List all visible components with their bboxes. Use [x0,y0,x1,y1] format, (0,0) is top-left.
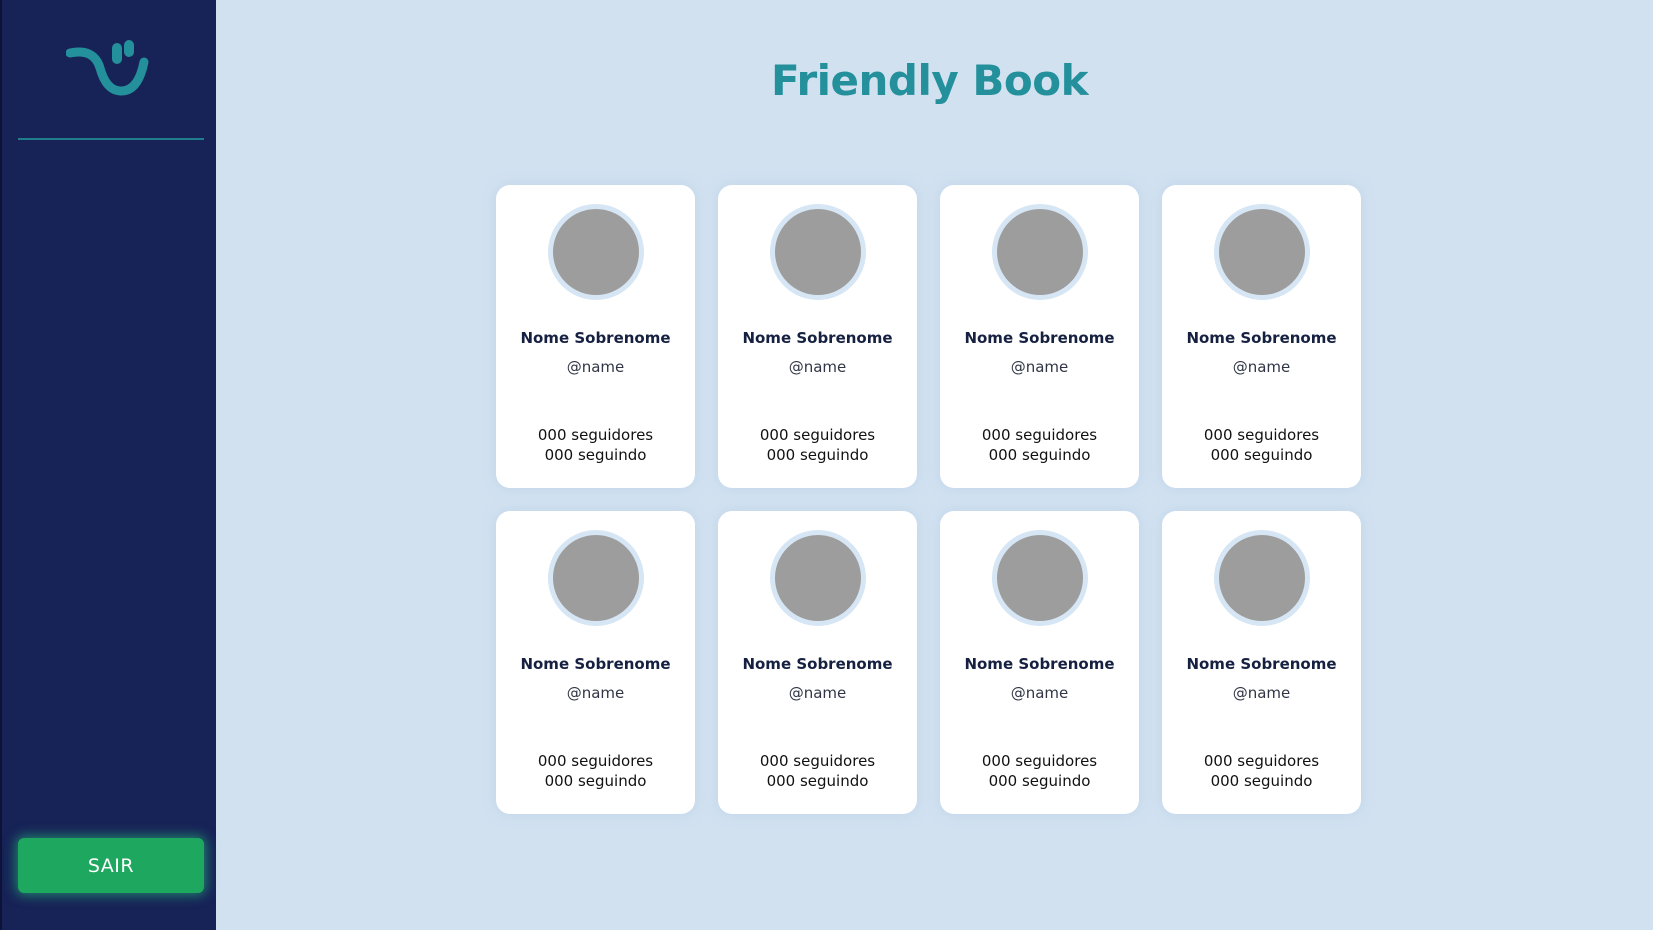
followers-count: 000 seguidores [1203,752,1320,770]
user-card[interactable]: Nome Sobrenome @name 000 seguidores 000 … [940,511,1139,814]
sidebar: SAIR [0,0,216,930]
followers-count: 000 seguidores [981,752,1098,770]
avatar[interactable] [547,204,644,300]
avatar[interactable] [547,530,644,626]
logout-button[interactable]: SAIR [18,838,204,893]
user-handle: @name [788,684,847,702]
user-name: Nome Sobrenome [1186,329,1337,347]
user-handle: @name [566,684,625,702]
user-card[interactable]: Nome Sobrenome @name 000 seguidores 000 … [718,185,917,488]
user-handle: @name [1232,684,1291,702]
sidebar-divider [18,138,204,140]
followers-count: 000 seguidores [981,426,1098,444]
followers-count: 000 seguidores [759,426,876,444]
user-card[interactable]: Nome Sobrenome @name 000 seguidores 000 … [718,511,917,814]
user-handle: @name [1010,684,1069,702]
avatar[interactable] [769,204,866,300]
user-handle: @name [1232,358,1291,376]
avatar[interactable] [991,530,1088,626]
user-name: Nome Sobrenome [520,655,671,673]
following-count: 000 seguindo [544,772,647,790]
user-handle: @name [788,358,847,376]
user-card-grid: Nome Sobrenome @name 000 seguidores 000 … [496,185,1361,814]
user-card[interactable]: Nome Sobrenome @name 000 seguidores 000 … [940,185,1139,488]
user-handle: @name [566,358,625,376]
following-count: 000 seguindo [766,446,869,464]
user-card[interactable]: Nome Sobrenome @name 000 seguidores 000 … [496,185,695,488]
user-name: Nome Sobrenome [1186,655,1337,673]
following-count: 000 seguindo [1210,446,1313,464]
following-count: 000 seguindo [766,772,869,790]
followers-count: 000 seguidores [759,752,876,770]
user-card[interactable]: Nome Sobrenome @name 000 seguidores 000 … [1162,511,1361,814]
smiley-logo-icon[interactable] [66,38,154,104]
avatar[interactable] [991,204,1088,300]
user-name: Nome Sobrenome [742,655,893,673]
app-shell: SAIR Friendly Book Nome Sobrenome @name … [0,0,1653,930]
following-count: 000 seguindo [544,446,647,464]
user-name: Nome Sobrenome [964,655,1115,673]
user-name: Nome Sobrenome [742,329,893,347]
user-card[interactable]: Nome Sobrenome @name 000 seguidores 000 … [496,511,695,814]
page-title: Friendly Book [770,56,1089,105]
followers-count: 000 seguidores [537,426,654,444]
user-name: Nome Sobrenome [964,329,1115,347]
user-name: Nome Sobrenome [520,329,671,347]
user-handle: @name [1010,358,1069,376]
avatar[interactable] [1213,204,1310,300]
followers-count: 000 seguidores [1203,426,1320,444]
user-card[interactable]: Nome Sobrenome @name 000 seguidores 000 … [1162,185,1361,488]
followers-count: 000 seguidores [537,752,654,770]
following-count: 000 seguindo [988,446,1091,464]
avatar[interactable] [769,530,866,626]
following-count: 000 seguindo [988,772,1091,790]
following-count: 000 seguindo [1210,772,1313,790]
avatar[interactable] [1213,530,1310,626]
main-content: Friendly Book Nome Sobrenome @name 000 s… [216,0,1653,930]
